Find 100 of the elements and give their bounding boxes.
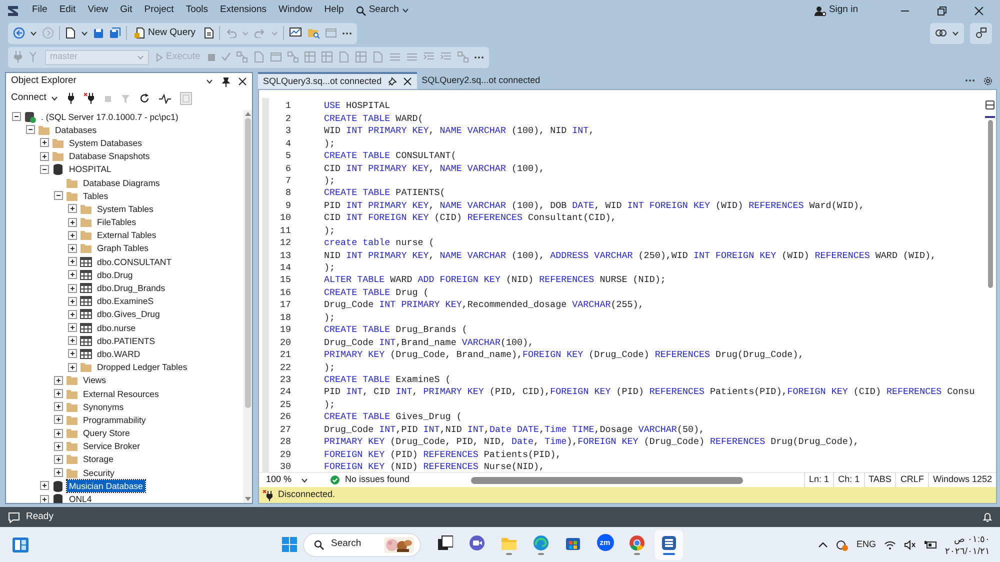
expand-toggle[interactable]: [68, 204, 77, 214]
caret-icon[interactable]: [402, 8, 409, 13]
new-file-icon[interactable]: [65, 27, 76, 39]
disconnect-icon[interactable]: [84, 93, 96, 104]
scroll-up-icon[interactable]: [244, 112, 250, 116]
tree-item[interactable]: Programmability: [81, 414, 148, 426]
start-icon[interactable]: [282, 537, 297, 552]
menu-item[interactable]: Tools: [180, 2, 214, 19]
expand-toggle[interactable]: [68, 323, 77, 332]
tree-item[interactable]: Musician Database: [67, 480, 145, 492]
tree-item[interactable]: Dropped Ledger Tables: [95, 361, 190, 374]
check-icon[interactable]: [221, 52, 232, 62]
expand-toggle[interactable]: [40, 138, 49, 148]
tree-item[interactable]: Databases: [53, 124, 99, 136]
expand-toggle[interactable]: [26, 125, 35, 134]
expand-toggle[interactable]: [68, 244, 77, 253]
expand-toggle[interactable]: [68, 349, 77, 358]
expand-toggle[interactable]: [68, 218, 77, 227]
folder-search-icon[interactable]: [306, 27, 320, 39]
menu-item[interactable]: Extensions: [214, 2, 272, 19]
monitor-icon[interactable]: [288, 27, 302, 39]
settings-icon[interactable]: [983, 76, 993, 86]
tree-item[interactable]: Tables: [81, 190, 110, 202]
expand-toggle[interactable]: [68, 284, 77, 293]
tree-item[interactable]: Synonyms: [81, 400, 126, 413]
caret-icon[interactable]: [51, 96, 58, 101]
taskbar-app[interactable]: [655, 530, 683, 560]
wifi-icon[interactable]: [884, 540, 896, 550]
battery-icon[interactable]: [924, 540, 937, 550]
tree-item[interactable]: Database Diagrams: [81, 176, 162, 189]
expand-toggle[interactable]: [68, 336, 77, 346]
connect-button[interactable]: Connect: [11, 91, 58, 106]
tree-item[interactable]: dbo.nurse: [95, 322, 138, 334]
tree-item[interactable]: dbo.CONSULTANT: [95, 256, 174, 268]
pin-icon[interactable]: [388, 77, 397, 86]
tree-item[interactable]: . (SQL Server 17.0.1000.7 - pc\pc1): [39, 110, 180, 123]
tree-item[interactable]: dbo.WARD: [95, 348, 142, 360]
search-menu[interactable]: Search: [354, 3, 411, 18]
search-field[interactable]: Search: [303, 532, 421, 556]
tree-item[interactable]: Service Broker: [81, 440, 142, 452]
clock-time[interactable]: ٠١:٥٠ ص: [954, 532, 990, 544]
scrollbar[interactable]: [243, 110, 252, 503]
back-icon[interactable]: [13, 27, 25, 39]
menu-item[interactable]: Window: [272, 2, 318, 19]
expand-toggle[interactable]: [68, 310, 77, 319]
tree-item[interactable]: Views: [81, 374, 108, 386]
expand-toggle[interactable]: [68, 362, 77, 372]
editor-tab[interactable]: SQLQuery3.sq...ot connected: [258, 72, 417, 89]
close-icon[interactable]: [402, 77, 412, 86]
expand-toggle[interactable]: [68, 257, 77, 266]
expand-toggle[interactable]: [12, 112, 21, 122]
script-file-icon[interactable]: [202, 27, 214, 39]
tree-item[interactable]: dbo.PATIENTS: [95, 334, 158, 347]
tree-item[interactable]: External Tables: [95, 229, 158, 242]
tree-item[interactable]: FileTables: [95, 216, 138, 228]
tree-item[interactable]: dbo.Gives_Drug: [95, 308, 162, 320]
refresh-icon[interactable]: [139, 93, 150, 104]
menu-item[interactable]: File: [26, 2, 54, 19]
pin-icon[interactable]: [221, 76, 230, 86]
expand-toggle[interactable]: [54, 389, 63, 398]
menu-item[interactable]: Edit: [53, 2, 82, 19]
caret-icon[interactable]: [301, 478, 308, 482]
expand-toggle[interactable]: [40, 481, 49, 490]
tree-item[interactable]: Graph Tables: [95, 242, 151, 254]
tree-item[interactable]: HOSPITAL: [67, 163, 114, 176]
network-warning-icon[interactable]: [836, 538, 848, 550]
save-icon[interactable]: [93, 28, 104, 38]
tree-item[interactable]: External Resources: [81, 388, 161, 400]
tree-item[interactable]: dbo.Drug_Brands: [95, 282, 168, 294]
menu-item[interactable]: Help: [318, 2, 350, 19]
expand-toggle[interactable]: [40, 164, 49, 174]
expand-toggle[interactable]: [40, 494, 49, 503]
caret-icon[interactable]: [952, 30, 959, 36]
split-icon[interactable]: [985, 100, 995, 110]
expand-toggle[interactable]: [54, 376, 63, 385]
clock-date[interactable]: ٢٠٢٦/٠١/٢١: [944, 544, 990, 556]
caret-icon[interactable]: [30, 30, 37, 36]
tree-item[interactable]: Security: [81, 466, 116, 479]
bell-icon[interactable]: [983, 512, 992, 522]
more-icon[interactable]: [965, 79, 975, 82]
activity-icon[interactable]: [159, 94, 172, 104]
expand-toggle[interactable]: [54, 468, 63, 478]
tree-item[interactable]: Query Store: [81, 427, 132, 440]
chevron-up-icon[interactable]: [818, 542, 828, 548]
tree-item[interactable]: Database Snapshots: [67, 150, 152, 162]
scrollbar[interactable]: [470, 476, 743, 484]
plug-icon[interactable]: [67, 93, 76, 104]
expand-toggle[interactable]: [54, 454, 63, 464]
menu-item[interactable]: Project: [138, 2, 180, 19]
expand-toggle[interactable]: [68, 270, 77, 280]
tree-item[interactable]: dbo.ExamineS: [95, 295, 156, 308]
expand-toggle[interactable]: [54, 402, 63, 412]
tree-item[interactable]: Storage: [81, 453, 116, 466]
caret-icon[interactable]: [206, 79, 213, 84]
save-all-icon[interactable]: [109, 27, 121, 39]
more-icon[interactable]: [342, 32, 352, 34]
expand-toggle[interactable]: [68, 230, 77, 240]
zoom-dropdown[interactable]: 100 %: [262, 474, 312, 486]
tree-item[interactable]: System Tables: [95, 202, 156, 215]
close-icon[interactable]: [974, 6, 984, 16]
